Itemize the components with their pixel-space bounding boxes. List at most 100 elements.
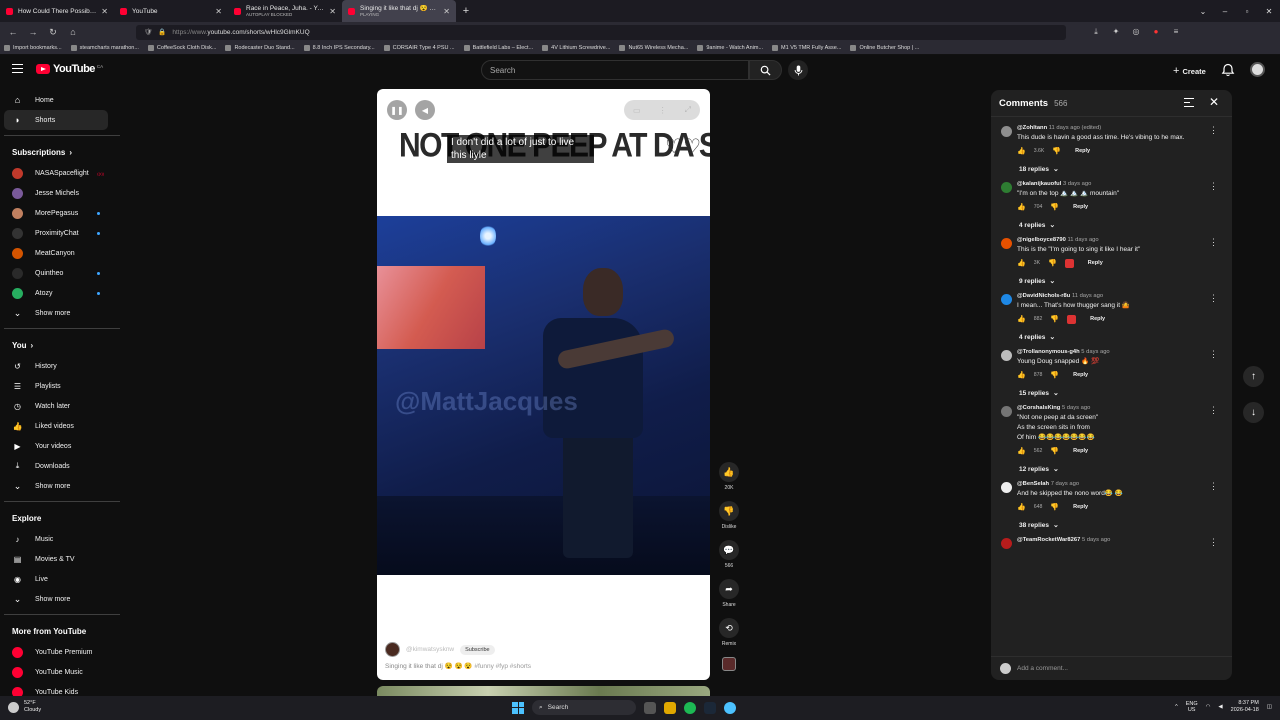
tab-list-icon[interactable]: ⌄ (1192, 7, 1214, 16)
sidebar-item[interactable]: ♪ Music (4, 529, 120, 549)
comment-author[interactable]: @Trollanonymous-g4h 5 days ago (1017, 348, 1210, 356)
comment-author[interactable]: @DavidNichols-r8u 11 days ago (1017, 292, 1210, 300)
notifications-bell-icon[interactable] (1221, 63, 1235, 77)
like-icon[interactable]: 👍 (1017, 447, 1026, 455)
wifi-icon[interactable]: ◠ (1206, 704, 1211, 710)
comment-author[interactable]: @CorshalsKing 5 days ago (1017, 404, 1210, 412)
video-hashtags[interactable]: #funny #fyp #shorts (474, 663, 531, 670)
close-comments-icon[interactable]: ✕ (1209, 95, 1219, 109)
youtube-logo[interactable]: YouTube CA (36, 63, 103, 75)
sidebar-item[interactable]: YouTube Premium (4, 642, 120, 662)
sidebar-item[interactable]: YouTube Music (4, 662, 120, 682)
account-avatar[interactable] (1250, 62, 1265, 77)
dislike-icon[interactable]: 👎 (1050, 371, 1059, 379)
back-icon[interactable]: ← (8, 27, 18, 37)
sidebar-subscription[interactable]: MorePegasus (4, 203, 120, 223)
fullscreen-icon[interactable]: ⤢ (685, 105, 691, 115)
comment-menu-icon[interactable]: ⋮ (1209, 481, 1218, 492)
bookmark-item[interactable]: Nut65 Wireless Mecha... (619, 45, 688, 51)
new-tab-icon[interactable]: + (456, 0, 476, 22)
task-view-icon[interactable] (644, 701, 656, 714)
channel-avatar[interactable] (385, 642, 400, 657)
weather-widget[interactable]: 52°F Cloudy (8, 700, 41, 714)
bookmark-item[interactable]: 4V Lithium Screwdrive... (542, 45, 610, 51)
sort-comments-icon[interactable] (1184, 98, 1194, 107)
comment-author[interactable]: @kalanijkauoful 3 days ago (1017, 180, 1210, 188)
bookmark-item[interactable]: CoffeeSock Cloth Disk... (147, 45, 216, 51)
notification-center-icon[interactable]: ◫ (1267, 704, 1272, 710)
you-heading[interactable]: You › (4, 334, 120, 356)
comment-menu-icon[interactable]: ⋮ (1209, 405, 1218, 416)
spotify-icon[interactable] (684, 701, 696, 714)
subscriptions-heading[interactable]: Subscriptions › (4, 141, 120, 163)
browser-tab[interactable]: Singing it like that dj 😵 😵 😵PLAYING ✕ (342, 0, 456, 22)
clock[interactable]: 8:37 PM 2026-04-18 (1231, 700, 1259, 714)
dislike-icon[interactable]: 👎 (1050, 203, 1059, 211)
comment-avatar[interactable] (1001, 406, 1012, 417)
reply-button[interactable]: Reply (1075, 148, 1090, 154)
captions-icon[interactable]: ▭ (633, 106, 641, 115)
sidebar-item[interactable]: 👍 Liked videos (4, 416, 120, 436)
more-options-icon[interactable]: ⋮ (659, 106, 667, 115)
show-more-button[interactable]: ⌄ Show more (4, 476, 120, 496)
bookmark-item[interactable]: Rodecaster Duo Stand... (225, 45, 295, 51)
comment-author[interactable]: @TeamRocketWar8267 5 days ago (1017, 536, 1210, 544)
reply-button[interactable]: Reply (1073, 204, 1088, 210)
reply-button[interactable]: Reply (1073, 448, 1088, 454)
comment-avatar[interactable] (1001, 538, 1012, 549)
sidebar-item-home[interactable]: ⌂ Home (4, 90, 120, 110)
comment-avatar[interactable] (1001, 294, 1012, 305)
browser-tab[interactable]: YouTube ✕ (114, 0, 228, 22)
previous-short-button[interactable]: ↑ (1243, 366, 1264, 387)
sidebar-subscription[interactable]: Atozy (4, 283, 120, 303)
sidebar-subscription[interactable]: Quintheo (4, 263, 120, 283)
file-explorer-icon[interactable] (664, 701, 676, 714)
share-button[interactable]: ➦ Share (716, 579, 742, 618)
remix-sound-thumbnail[interactable] (722, 657, 736, 671)
comment-menu-icon[interactable]: ⋮ (1209, 349, 1218, 360)
browser-tab[interactable]: How Could There Possibly Be M ✕ (0, 0, 114, 22)
dislike-icon[interactable]: 👎 (1050, 447, 1059, 455)
remix-button[interactable]: ⟲ Remix (716, 618, 742, 657)
view-replies-button[interactable]: 15 replies ⌄ (1017, 382, 1210, 404)
tab-close-icon[interactable]: ✕ (101, 7, 108, 16)
like-icon[interactable]: 👍 (1017, 315, 1026, 323)
language-indicator[interactable]: ENG US (1186, 701, 1198, 713)
menu-icon[interactable] (12, 64, 23, 73)
search-button[interactable] (749, 60, 782, 80)
voice-search-button[interactable] (788, 60, 808, 80)
bookmark-item[interactable]: 8.8 Inch IPS Secondary... (303, 45, 375, 51)
download-icon[interactable]: ⤓ (1090, 27, 1102, 37)
reply-button[interactable]: Reply (1088, 260, 1103, 266)
dislike-icon[interactable]: 👎 (1048, 259, 1057, 267)
reply-button[interactable]: Reply (1090, 316, 1105, 322)
view-replies-button[interactable]: 12 replies ⌄ (1017, 458, 1210, 480)
comment-avatar[interactable] (1001, 182, 1012, 193)
maximize-icon[interactable]: ▫ (1236, 7, 1258, 16)
like-icon[interactable]: 👍 (1017, 371, 1026, 379)
tab-close-icon[interactable]: ✕ (443, 7, 450, 16)
comment-menu-icon[interactable]: ⋮ (1209, 537, 1218, 548)
dislike-button[interactable]: 👎 Dislike (716, 501, 742, 540)
bookmark-item[interactable]: Battlefield Labs – Elect... (463, 45, 533, 51)
taskbar-search[interactable]: ⌕ Search (532, 700, 636, 715)
bookmark-item[interactable]: Online Butcher Shop | ... (850, 45, 919, 51)
reply-button[interactable]: Reply (1073, 504, 1088, 510)
sidebar-item[interactable]: ▶ Your videos (4, 436, 120, 456)
comment-menu-icon[interactable]: ⋮ (1209, 125, 1218, 136)
sidebar-subscription[interactable]: ProximityChat (4, 223, 120, 243)
show-more-button[interactable]: ⌄ Show more (4, 303, 120, 323)
forward-icon[interactable]: → (28, 27, 38, 37)
next-short-preview[interactable] (377, 686, 710, 696)
like-icon[interactable]: 👍 (1017, 503, 1026, 511)
close-window-icon[interactable]: ✕ (1258, 7, 1280, 16)
comment-menu-icon[interactable]: ⋮ (1209, 293, 1218, 304)
dislike-icon[interactable]: 👎 (1052, 147, 1061, 155)
video-frame[interactable]: @MattJacques (377, 216, 710, 575)
account-icon[interactable]: ◎ (1130, 27, 1142, 37)
video-title[interactable]: Singing it like that dj 😵 😵 😵 #funny #fy… (385, 662, 705, 670)
sidebar-item[interactable]: ◷ Watch later (4, 396, 120, 416)
comment-avatar[interactable] (1001, 350, 1012, 361)
sidebar-item[interactable]: ☰ Playlists (4, 376, 120, 396)
like-button[interactable]: 👍 20K (716, 462, 742, 501)
